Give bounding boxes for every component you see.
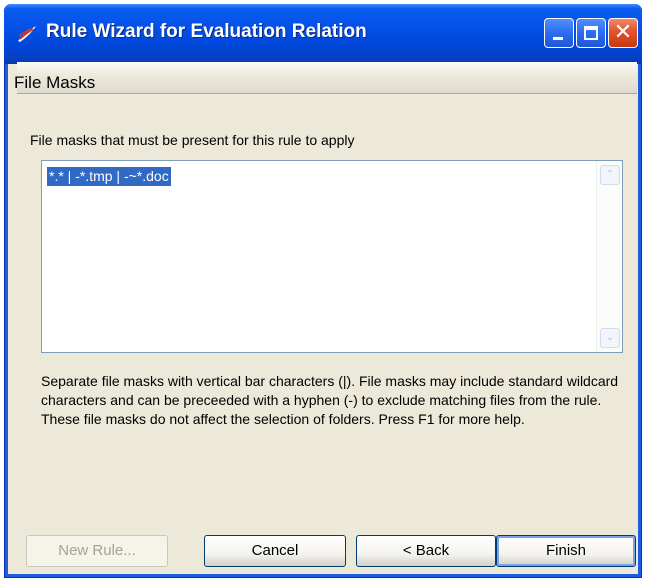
file-masks-selected-text[interactable]: *.* | -*.tmp | -~*.doc [47, 167, 171, 186]
chevron-down-icon: ⌄ [605, 332, 615, 343]
finish-button[interactable]: Finish [496, 535, 636, 567]
file-masks-label: File masks that must be present for this… [30, 132, 355, 148]
wizard-header-bar [17, 62, 637, 94]
help-text: Separate file masks with vertical bar ch… [41, 373, 619, 427]
back-button[interactable]: < Back [356, 535, 496, 567]
maximize-icon [584, 26, 598, 40]
close-icon: ✕ [613, 20, 633, 45]
file-masks-input[interactable]: *.* | -*.tmp | -~*.doc ⌃ ⌄ [41, 160, 623, 353]
cancel-button[interactable]: Cancel [204, 535, 346, 567]
chevron-up-icon: ⌃ [605, 169, 615, 180]
maximize-button[interactable] [576, 18, 606, 48]
page-title: File Masks [14, 73, 96, 92]
window-title: Rule Wizard for Evaluation Relation [46, 21, 367, 42]
vertical-scrollbar[interactable]: ⌃ ⌄ [596, 161, 622, 352]
minimize-button[interactable] [544, 18, 574, 48]
scroll-down-button[interactable]: ⌄ [600, 328, 620, 348]
close-button[interactable]: ✕ [608, 18, 638, 48]
new-rule-button[interactable]: New Rule... [26, 535, 168, 567]
scroll-up-button[interactable]: ⌃ [600, 165, 620, 185]
title-bar[interactable]: Rule Wizard for Evaluation Relation ✕ [4, 4, 642, 64]
rule-wizard-icon [18, 26, 36, 42]
minimize-icon [553, 37, 563, 40]
